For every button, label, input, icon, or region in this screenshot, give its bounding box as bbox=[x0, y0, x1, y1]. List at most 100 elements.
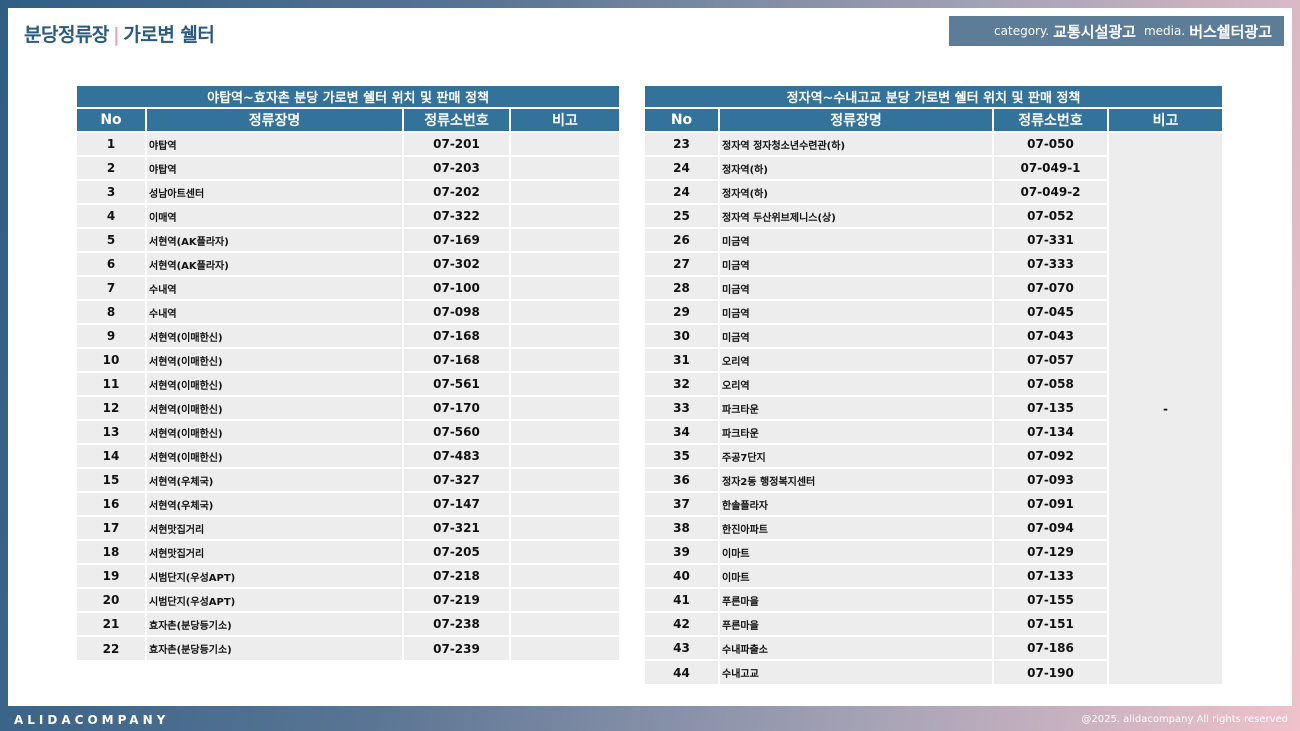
stop-number: 07-052 bbox=[992, 203, 1108, 228]
row-number: 41 bbox=[645, 587, 719, 612]
stop-number: 07-134 bbox=[992, 419, 1108, 444]
stop-name: 서현역(이매한신) bbox=[145, 443, 403, 468]
stop-name: 서현역(이매한신) bbox=[145, 347, 403, 372]
table-row: 11 서현역(이매한신) 07-561 bbox=[77, 371, 620, 396]
note-cell bbox=[508, 539, 620, 564]
table-row: 3 성남아트센터 07-202 bbox=[77, 179, 620, 204]
stop-name: 시범단지(우성APT) bbox=[145, 587, 403, 612]
stop-name: 이매역 bbox=[145, 203, 403, 228]
note-cell bbox=[508, 371, 620, 396]
row-number: 35 bbox=[645, 443, 719, 468]
col-header-stop-number: 정류소번호 bbox=[992, 107, 1108, 132]
row-number: 39 bbox=[645, 539, 719, 564]
note-cell bbox=[508, 155, 620, 180]
stop-name: 정자2동 행정복지센터 bbox=[718, 467, 993, 492]
note-cell bbox=[508, 203, 620, 228]
note-cell bbox=[508, 419, 620, 444]
row-number: 29 bbox=[645, 299, 719, 324]
table-row: 20 시범단지(우성APT) 07-219 bbox=[77, 587, 620, 612]
note-cell bbox=[508, 635, 620, 660]
stop-name: 서현역(이매한신) bbox=[145, 395, 403, 420]
stop-number: 07-203 bbox=[402, 155, 510, 180]
table-row: 16 서현역(우체국) 07-147 bbox=[77, 491, 620, 516]
col-header-stop-name: 정류장명 bbox=[145, 107, 403, 132]
table-row: 6 서현역(AK플라자) 07-302 bbox=[77, 251, 620, 276]
stop-name: 서현맛집거리 bbox=[145, 515, 403, 540]
table-row: 23 정자역 정자청소년수련관(하) 07-050- bbox=[645, 131, 1223, 684]
page-title: 분당정류장 | 가로변 쉘터 bbox=[24, 20, 215, 47]
stop-name: 파크타운 bbox=[718, 395, 993, 420]
title-sub: 가로변 쉘터 bbox=[123, 24, 215, 46]
row-number: 32 bbox=[645, 371, 719, 396]
row-number: 26 bbox=[645, 227, 719, 252]
stop-number: 07-093 bbox=[992, 467, 1108, 492]
table-row: 1 야탑역 07-201 bbox=[77, 131, 620, 156]
row-number: 18 bbox=[77, 539, 146, 564]
row-number: 13 bbox=[77, 419, 146, 444]
note-cell bbox=[508, 323, 620, 348]
right-shelter-table: 정자역~수내고교 분당 가로변 쉘터 위치 및 판매 정책 No 정류장명 정류… bbox=[645, 86, 1223, 684]
stop-number: 07-201 bbox=[402, 131, 510, 156]
table-row: 2 야탑역 07-203 bbox=[77, 155, 620, 180]
note-cell bbox=[508, 347, 620, 372]
row-number: 6 bbox=[77, 251, 146, 276]
note-cell bbox=[508, 563, 620, 588]
row-number: 44 bbox=[645, 659, 719, 684]
stop-number: 07-070 bbox=[992, 275, 1108, 300]
row-number: 19 bbox=[77, 563, 146, 588]
table-row: 17 서현맛집거리 07-321 bbox=[77, 515, 620, 540]
row-number: 3 bbox=[77, 179, 146, 204]
table-row: 21 효자촌(분당등기소) 07-238 bbox=[77, 611, 620, 636]
stop-number: 07-098 bbox=[402, 299, 510, 324]
row-number: 23 bbox=[645, 131, 719, 156]
row-number: 21 bbox=[77, 611, 146, 636]
stop-name: 야탑역 bbox=[145, 131, 403, 156]
stop-number: 07-168 bbox=[402, 347, 510, 372]
stop-name: 오리역 bbox=[718, 371, 993, 396]
row-number: 24 bbox=[645, 155, 719, 180]
category-label: category. bbox=[994, 24, 1050, 38]
row-number: 28 bbox=[645, 275, 719, 300]
row-number: 24 bbox=[645, 179, 719, 204]
stop-number: 07-169 bbox=[402, 227, 510, 252]
stop-number: 07-302 bbox=[402, 251, 510, 276]
stop-name: 미금역 bbox=[718, 227, 993, 252]
table-row: 10 서현역(이매한신) 07-168 bbox=[77, 347, 620, 372]
stop-name: 파크타운 bbox=[718, 419, 993, 444]
note-cell bbox=[508, 491, 620, 516]
table-row: 13 서현역(이매한신) 07-560 bbox=[77, 419, 620, 444]
stop-number: 07-133 bbox=[992, 563, 1108, 588]
stop-number: 07-129 bbox=[992, 539, 1108, 564]
note-cell bbox=[508, 395, 620, 420]
stop-number: 07-094 bbox=[992, 515, 1108, 540]
col-header-note: 비고 bbox=[1106, 107, 1223, 132]
row-number: 17 bbox=[77, 515, 146, 540]
stop-name: 서현역(이매한신) bbox=[145, 419, 403, 444]
stop-name: 미금역 bbox=[718, 323, 993, 348]
row-number: 43 bbox=[645, 635, 719, 660]
left-table-caption: 야탑역~효자촌 분당 가로변 쉘터 위치 및 판매 정책 bbox=[77, 86, 620, 108]
table-row: 9 서현역(이매한신) 07-168 bbox=[77, 323, 620, 348]
row-number: 1 bbox=[77, 131, 146, 156]
row-number: 34 bbox=[645, 419, 719, 444]
stop-number: 07-186 bbox=[992, 635, 1108, 660]
category-tag: category. 교통시설광고 media. 버스쉘터광고 bbox=[949, 16, 1284, 46]
row-number: 33 bbox=[645, 395, 719, 420]
left-table-body: 1 야탑역 07-201 2 야탑역 07-203 3 성남아트센터 07-202 4 이매역 07-… bbox=[77, 131, 620, 660]
row-number: 40 bbox=[645, 563, 719, 588]
stop-number: 07-170 bbox=[402, 395, 510, 420]
stop-number: 07-045 bbox=[992, 299, 1108, 324]
note-cell bbox=[508, 275, 620, 300]
row-number: 7 bbox=[77, 275, 146, 300]
stop-number: 07-058 bbox=[992, 371, 1108, 396]
title-main: 분당정류장 bbox=[24, 24, 109, 46]
col-header-no: No bbox=[77, 107, 146, 132]
footer-brand: ALIDACOMPANY bbox=[14, 713, 170, 727]
stop-number: 07-327 bbox=[402, 467, 510, 492]
stop-number: 07-238 bbox=[402, 611, 510, 636]
stop-number: 07-049-1 bbox=[992, 155, 1108, 180]
row-number: 20 bbox=[77, 587, 146, 612]
left-shelter-table: 야탑역~효자촌 분당 가로변 쉘터 위치 및 판매 정책 No 정류장명 정류소… bbox=[77, 86, 620, 660]
row-number: 2 bbox=[77, 155, 146, 180]
table-row: 18 서현맛집거리 07-205 bbox=[77, 539, 620, 564]
